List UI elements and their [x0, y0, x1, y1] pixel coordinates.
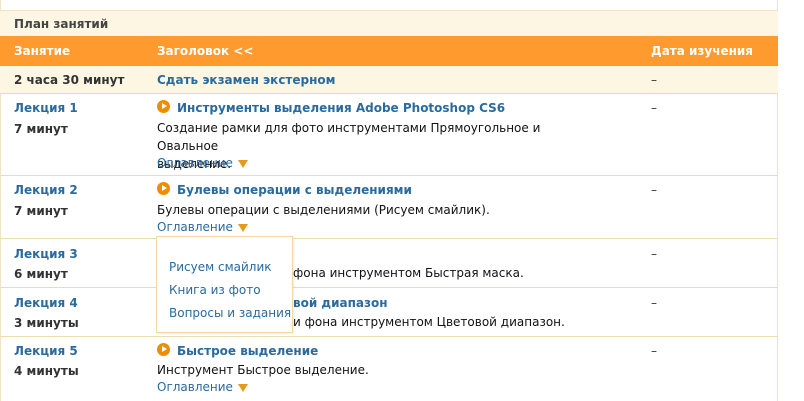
exam-link[interactable]: Сдать экзамен экстерном: [157, 73, 335, 87]
play-icon[interactable]: [157, 100, 170, 113]
toc-dropdown: Рисуем смайлик Книга из фото Вопросы и з…: [156, 236, 293, 333]
exam-row: 2 часа 30 минут Сдать экзамен экстерном …: [0, 66, 778, 94]
lecture-2-toc-toggle[interactable]: Оглавление: [157, 220, 248, 234]
lecture-4-date: –: [651, 296, 657, 310]
lecture-2-link[interactable]: Лекция 2: [14, 183, 78, 197]
lecture-row: Лекция 2 7 минут Булевы операции с выдел…: [0, 176, 778, 239]
toc-label: Оглавление: [157, 156, 233, 170]
col-header-lesson[interactable]: Занятие: [14, 44, 70, 58]
play-icon[interactable]: [157, 343, 170, 356]
lecture-3-date: –: [651, 247, 657, 261]
toc-item-smiley[interactable]: Рисуем смайлик: [169, 260, 272, 274]
lecture-1-link[interactable]: Лекция 1: [14, 101, 78, 115]
lecture-row: Лекция 5 4 минуты Быстрое выделение Инст…: [0, 337, 778, 401]
lecture-5-description: Инструмент Быстрое выделение.: [157, 363, 369, 377]
toc-label: Оглавление: [157, 380, 233, 394]
exam-date: –: [651, 73, 657, 87]
toc-label: Оглавление: [157, 220, 233, 234]
exam-duration: 2 часа 30 минут: [14, 73, 125, 87]
plan-title: План занятий: [0, 10, 778, 36]
lecture-1-duration: 7 минут: [14, 122, 68, 136]
chevron-down-icon: [237, 160, 248, 168]
play-icon[interactable]: [157, 182, 170, 195]
lecture-2-title[interactable]: Булевы операции с выделениями: [177, 183, 412, 197]
lecture-5-date: –: [651, 344, 657, 358]
col-header-title[interactable]: Заголовок <<: [157, 44, 253, 58]
lecture-1-title[interactable]: Инструменты выделения Adobe Photoshop CS…: [177, 101, 505, 115]
lecture-2-description: Булевы операции с выделениями (Рисуем см…: [157, 203, 490, 217]
lecture-5-link[interactable]: Лекция 5: [14, 344, 78, 358]
lecture-5-duration: 4 минуты: [14, 364, 79, 378]
lecture-row: Лекция 1 7 минут Инструменты выделения A…: [0, 94, 778, 176]
lecture-2-duration: 7 минут: [14, 204, 68, 218]
chevron-down-icon: [237, 384, 248, 392]
lecture-4-description: и фона инструментом Цветовой диапазон.: [293, 315, 565, 329]
lecture-3-duration: 6 минут: [14, 267, 68, 281]
chevron-down-icon: [237, 224, 248, 232]
lecture-4-title[interactable]: вой диапазон: [293, 296, 388, 310]
toc-item-questions[interactable]: Вопросы и задания: [169, 306, 291, 320]
lecture-3-link[interactable]: Лекция 3: [14, 247, 78, 261]
toc-item-photo-book[interactable]: Книга из фото: [169, 283, 261, 297]
lecture-5-toc-toggle[interactable]: Оглавление: [157, 380, 248, 394]
lecture-4-duration: 3 минуты: [14, 316, 79, 330]
table-header: Занятие Заголовок << Дата изучения: [0, 36, 778, 66]
lecture-1-desc-line1: Создание рамки для фото инструментами Пр…: [157, 121, 541, 153]
lecture-4-link[interactable]: Лекция 4: [14, 296, 78, 310]
lecture-row: Лекция 3 6 минут фона инструментом Быстр…: [0, 239, 778, 288]
lecture-1-toc-toggle[interactable]: Оглавление: [157, 156, 248, 170]
lecture-3-description: фона инструментом Быстрая маска.: [293, 266, 524, 280]
lecture-row: Лекция 4 3 минуты вой диапазон и фона ин…: [0, 288, 778, 337]
lecture-1-date: –: [651, 101, 657, 115]
col-header-date[interactable]: Дата изучения: [651, 44, 753, 58]
lecture-5-title[interactable]: Быстрое выделение: [177, 344, 318, 358]
lecture-2-date: –: [651, 183, 657, 197]
